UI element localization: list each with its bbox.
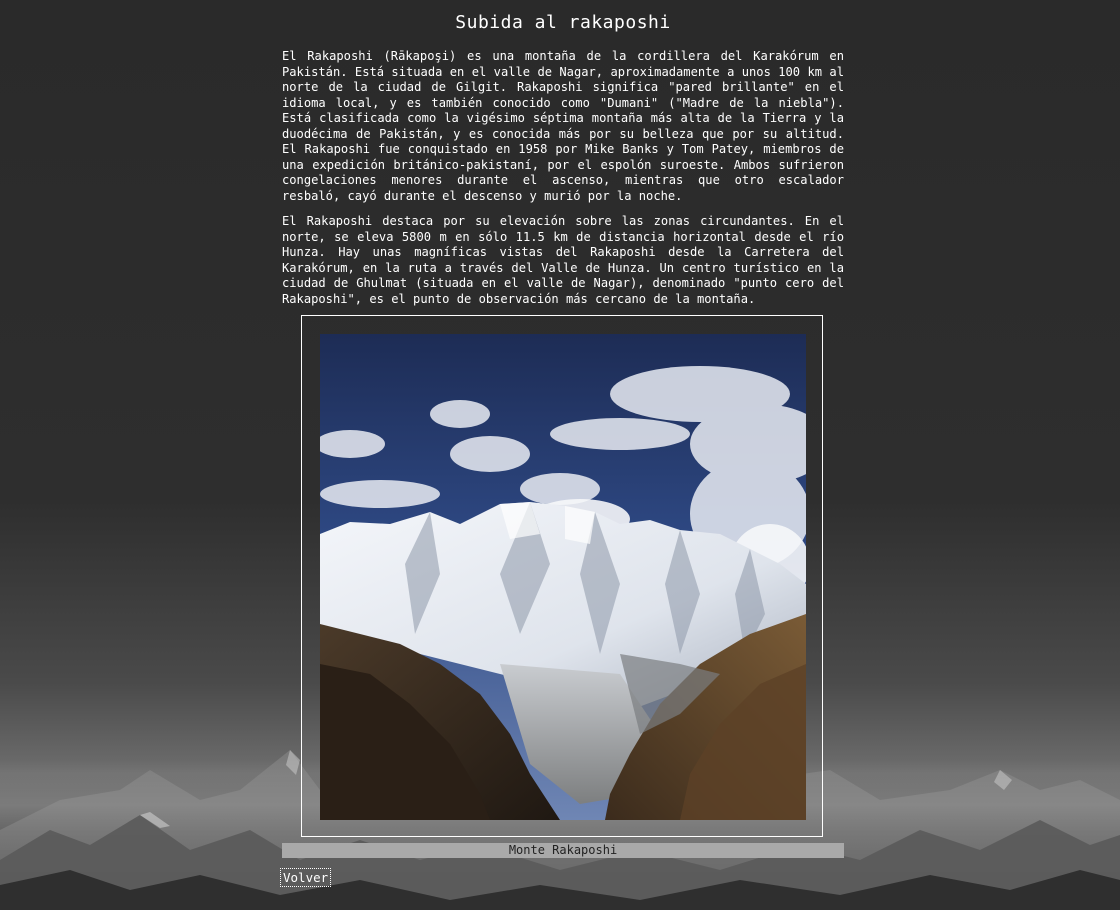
article-body: El Rakaposhi (Rākapoşi) es una montaña d… [282,49,844,317]
article-paragraph-2: El Rakaposhi destaca por su elevación so… [282,214,844,306]
page-title: Subida al rakaposhi [455,12,671,33]
figure-frame [301,315,823,837]
rakaposhi-photo [320,334,806,820]
page-container: Subida al rakaposhi El Rakaposhi (Rākapo… [0,0,1120,910]
back-link[interactable]: Volver [279,868,332,887]
figure-caption: Monte Rakaposhi [282,843,844,858]
article-paragraph-1: El Rakaposhi (Rākapoşi) es una montaña d… [282,49,844,203]
